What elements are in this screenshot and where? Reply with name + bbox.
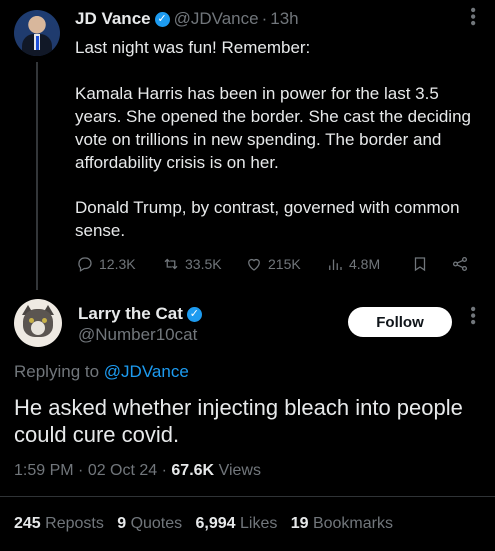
like-icon (248, 258, 260, 271)
author-handle[interactable]: @JDVance (174, 9, 259, 28)
reply-icon (78, 257, 92, 272)
tweet-stats-row: 245 Reposts 9 Quotes 6,994 Likes 19 Book… (14, 515, 393, 533)
verified-badge-icon: ✓ (186, 307, 202, 323)
bookmark-action[interactable] (411, 255, 429, 273)
like-action[interactable]: 215K (245, 255, 301, 273)
reposts-stat[interactable]: 245 Reposts (14, 515, 104, 532)
replying-to-line: Replying to @JDVance (14, 362, 189, 382)
likes-count: 6,994 (195, 515, 236, 532)
bookmarks-stat[interactable]: 19 Bookmarks (291, 515, 393, 532)
share-icon (452, 256, 468, 272)
author-name[interactable]: JD Vance (75, 9, 151, 28)
tweet-text-paragraph: Donald Trump, by contrast, governed with… (75, 198, 460, 240)
reposts-count: 245 (14, 515, 41, 532)
views-action[interactable]: 4.8M (326, 255, 380, 273)
tweet-time[interactable]: 13h (270, 9, 298, 28)
reply-author-name[interactable]: Larry the Cat (78, 304, 183, 323)
reply-tweet-text: He asked whether injecting bleach into p… (14, 395, 463, 447)
reply-action[interactable]: 12.3K (76, 255, 136, 273)
quotes-stat[interactable]: 9 Quotes (117, 515, 182, 532)
likes-label: Likes (240, 515, 278, 532)
tweet-text-paragraph: Kamala Harris has been in power for the … (75, 84, 471, 172)
repost-action[interactable]: 33.5K (162, 255, 222, 273)
tweet-header: JD Vance ✓ @JDVance · 13h (75, 9, 299, 29)
bookmarks-label: Bookmarks (312, 515, 393, 532)
reply-author-row: Larry the Cat ✓ (78, 304, 206, 324)
replying-to-handle-link[interactable]: @JDVance (104, 362, 189, 381)
tweet-time[interactable]: 1:59 PM (14, 462, 74, 479)
tweet-text-line: Last night was fun! Remember: (75, 38, 311, 57)
larry-the-cat-avatar[interactable] (14, 299, 62, 347)
follow-button[interactable]: Follow (348, 307, 452, 337)
tweet-date[interactable]: 02 Oct 24 (88, 462, 157, 479)
bookmarks-count: 19 (290, 515, 309, 532)
time-separator: · (261, 9, 268, 28)
quotes-label: Quotes (130, 515, 183, 532)
thread-connector-line (36, 62, 38, 290)
reposts-label: Reposts (45, 515, 104, 532)
repost-count: 33.5K (185, 256, 222, 272)
like-count: 215K (268, 256, 301, 272)
reply-count: 12.3K (99, 256, 136, 272)
tweet-meta: 1:59 PM · 02 Oct 24 · 67.6K Views (14, 462, 261, 479)
jd-vance-avatar[interactable] (14, 10, 60, 56)
quotes-count: 9 (117, 515, 127, 532)
likes-stat[interactable]: 6,994 Likes (196, 515, 278, 532)
share-action[interactable] (451, 255, 469, 273)
views-icon (329, 259, 342, 270)
views-label: Views (218, 462, 261, 479)
repost-icon (164, 258, 178, 270)
replying-to-prefix: Replying to (14, 362, 100, 381)
more-icon[interactable]: ••• (463, 7, 481, 27)
bookmark-icon (414, 257, 426, 272)
more-icon[interactable]: ••• (463, 306, 481, 326)
verified-badge-icon: ✓ (154, 12, 170, 28)
views-count: 67.6K (171, 462, 215, 479)
divider (0, 496, 495, 497)
reply-author-handle[interactable]: @Number10cat (78, 325, 197, 345)
views-count: 4.8M (349, 256, 381, 272)
